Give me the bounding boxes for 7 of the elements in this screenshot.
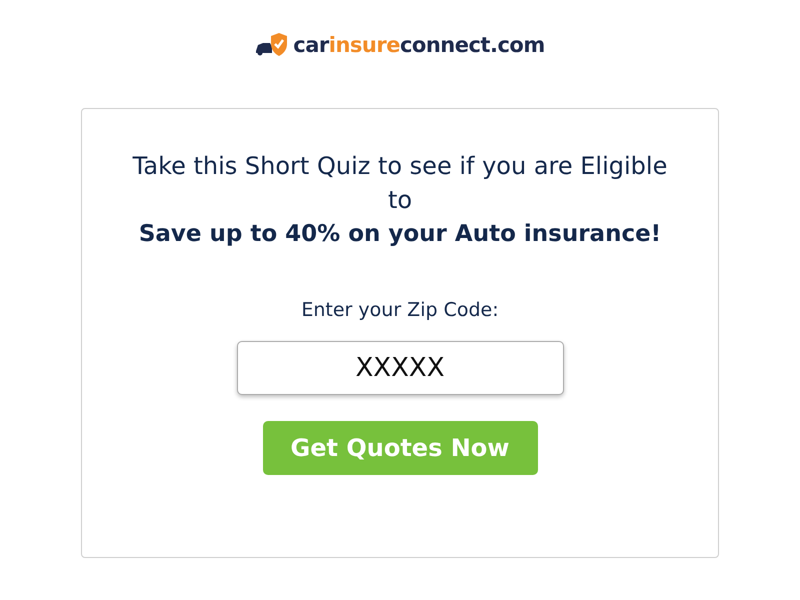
zip-label: Enter your Zip Code: bbox=[301, 299, 499, 321]
car-shield-icon bbox=[255, 33, 290, 57]
quiz-heading: Take this Short Quiz to see if you are Eligible to bbox=[132, 151, 668, 216]
get-quotes-button[interactable]: Get Quotes Now bbox=[262, 421, 538, 475]
savings-headline: Save up to 40% on your Auto insurance! bbox=[138, 220, 662, 249]
logo-text: carinsureconnect.com bbox=[293, 33, 545, 57]
zip-code-field[interactable]: XXXXX bbox=[236, 341, 564, 395]
